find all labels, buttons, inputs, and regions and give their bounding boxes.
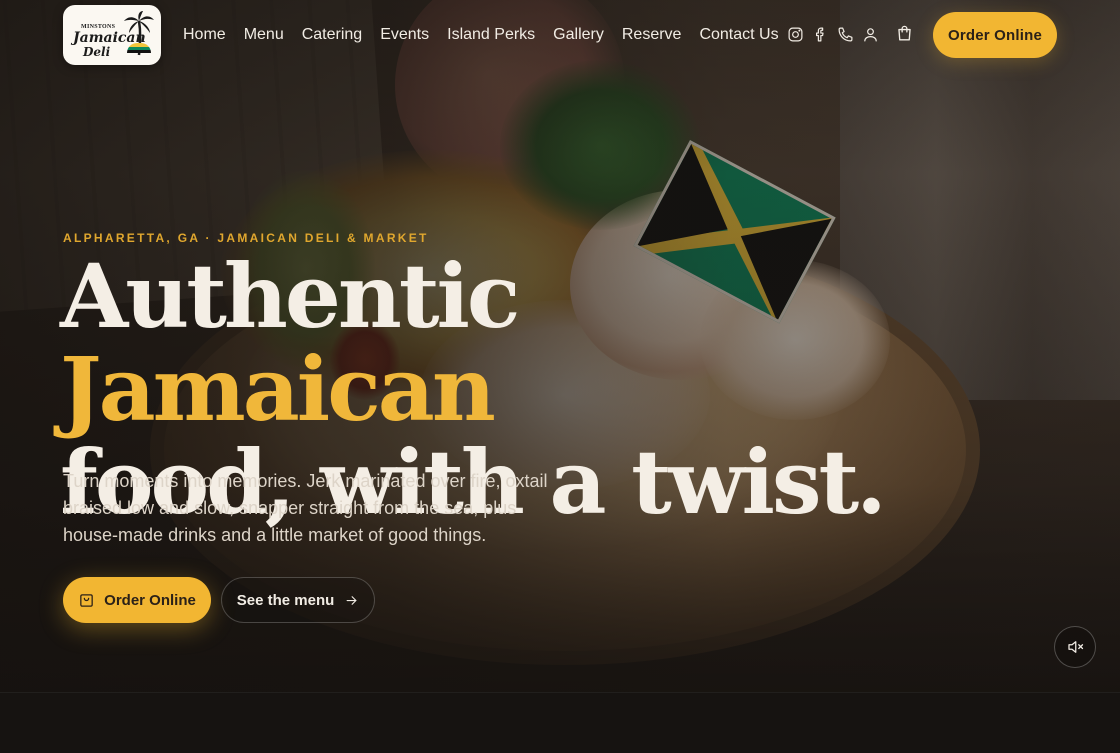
- nav-link-events[interactable]: Events: [380, 24, 429, 46]
- order-online-button[interactable]: Order Online: [933, 12, 1057, 58]
- shopping-bag-icon: [80, 593, 93, 607]
- see-menu-button[interactable]: See the menu: [221, 577, 375, 623]
- phone-icon[interactable]: [835, 24, 855, 44]
- arrow-right-icon: [346, 595, 357, 605]
- instagram-icon[interactable]: [785, 24, 805, 44]
- location-eyebrow: ALPHARETTA, GA · JAMAICAN DELI & MARKET: [63, 231, 429, 245]
- video-mute-button[interactable]: [1054, 626, 1096, 668]
- logo-sub-text: Deli: [83, 45, 111, 59]
- facebook-icon[interactable]: [810, 24, 830, 44]
- top-navigation: MINSTONS Jamaican Deli Home Menu Caterin…: [0, 0, 1120, 70]
- brand-logo[interactable]: MINSTONS Jamaican Deli: [63, 5, 161, 65]
- nav-link-catering[interactable]: Catering: [302, 24, 362, 46]
- see-menu-label: See the menu: [236, 591, 335, 609]
- hero-description: Turn moments into memories. Jerk marinat…: [63, 471, 548, 545]
- headline-lead: Authentic: [60, 244, 521, 348]
- hero-order-online-button[interactable]: Order Online: [63, 577, 211, 623]
- logo-sunset-stripes: [127, 43, 151, 53]
- cart-icon[interactable]: [895, 24, 915, 44]
- hero-order-online-label: Order Online: [104, 591, 196, 609]
- nav-link-menu[interactable]: Menu: [244, 24, 284, 46]
- nav-link-reserve[interactable]: Reserve: [622, 24, 682, 46]
- next-section: [0, 692, 1120, 753]
- nav-link-island-perks[interactable]: Island Perks: [447, 24, 535, 46]
- nav-link-gallery[interactable]: Gallery: [553, 24, 604, 46]
- nav-link-home[interactable]: Home: [183, 24, 226, 46]
- social-icon-group: [785, 24, 885, 44]
- headline-accent-word: Jamaican: [60, 337, 496, 441]
- nav-link-contact-us[interactable]: Contact Us: [699, 24, 778, 46]
- main-menu: Home Menu Catering Events Island Perks G…: [183, 24, 797, 46]
- user-icon[interactable]: [860, 24, 880, 44]
- speaker-muted-icon: [1068, 641, 1084, 653]
